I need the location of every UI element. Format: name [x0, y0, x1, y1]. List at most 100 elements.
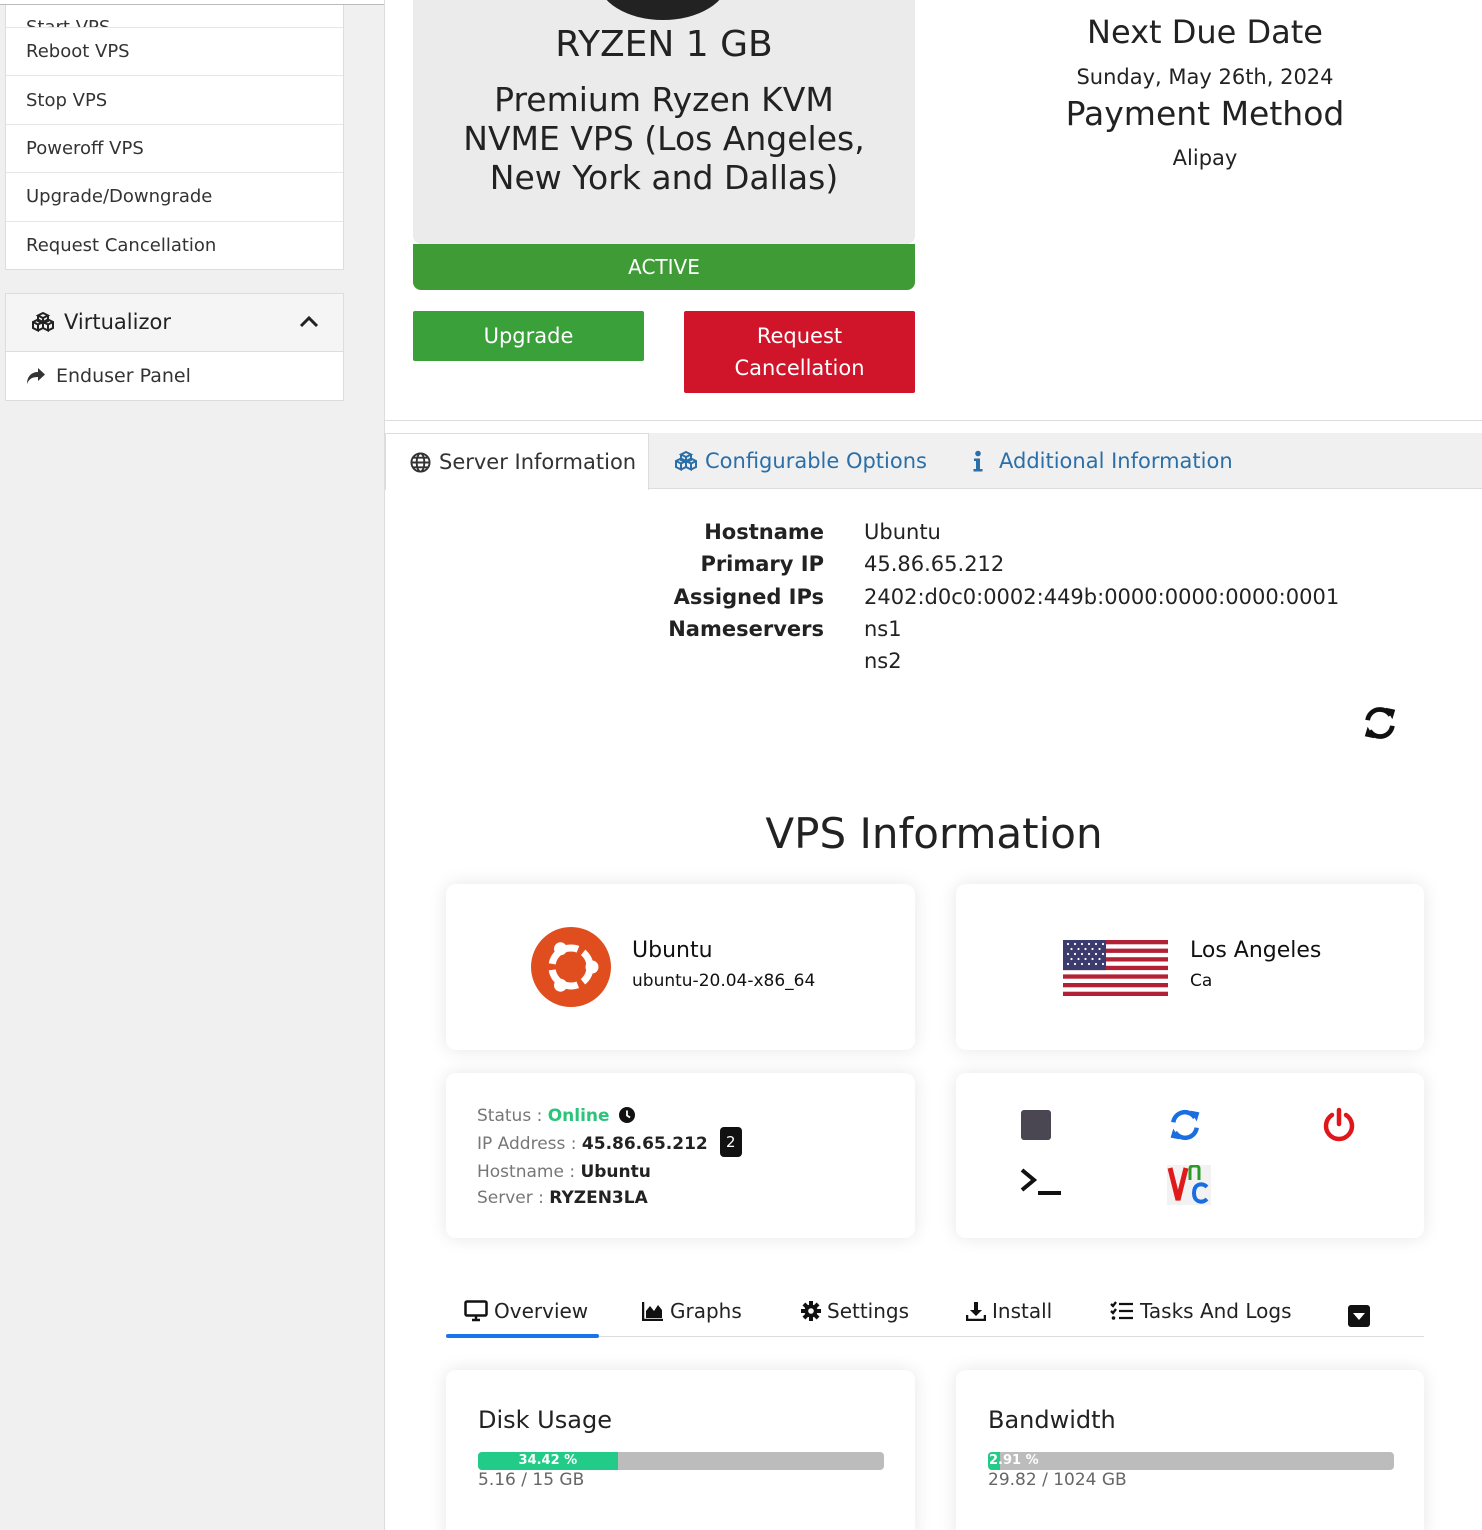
tab-label: Tasks And Logs: [1140, 1299, 1292, 1323]
os-card: Ubuntu ubuntu-20.04-x86_64: [446, 884, 915, 1050]
bandwidth-title: Bandwidth: [988, 1406, 1116, 1434]
stop-icon[interactable]: [1020, 1109, 1052, 1141]
checklist-icon: [1110, 1301, 1133, 1320]
sidebar-item-start-vps[interactable]: Start VPS: [6, 5, 343, 27]
virtualizor-title: Virtualizor: [64, 310, 171, 335]
virtualizor-header[interactable]: Virtualizor: [6, 293, 343, 352]
tab-install[interactable]: Install: [966, 1299, 1052, 1323]
info-label: Nameservers: [668, 616, 824, 641]
refresh-icon[interactable]: [1361, 704, 1399, 746]
request-cancellation-button[interactable]: Request Cancellation: [684, 311, 915, 393]
server-line: Server : RYZEN3LA: [477, 1185, 742, 1211]
location-region: Ca: [1190, 971, 1213, 991]
bandwidth-usage-text: 29.82 / 1024 GB: [988, 1470, 1127, 1490]
vps-panel-tabs: Overview Graphs Settings Install Tasks A…: [446, 1289, 1424, 1338]
ip-label: IP Address :: [477, 1134, 582, 1154]
active-tab-indicator: [446, 1334, 599, 1338]
os-version: ubuntu-20.04-x86_64: [632, 971, 816, 991]
service-details: Server Information Configurable Options …: [384, 421, 1482, 1530]
globe-icon: [410, 451, 431, 473]
info-label: Assigned IPs: [673, 584, 824, 609]
next-due-date-label: Next Due Date: [1087, 13, 1323, 51]
tab-settings[interactable]: Settings: [801, 1299, 909, 1323]
sidebar-item-label: Start VPS: [26, 17, 110, 27]
os-name: Ubuntu: [632, 938, 713, 963]
disk-usage-title: Disk Usage: [478, 1406, 612, 1434]
restart-icon[interactable]: [1167, 1107, 1203, 1143]
info-row-nameservers: Nameservers ns1: [385, 613, 1482, 645]
hostname-line: Hostname : Ubuntu: [477, 1159, 742, 1185]
details-tabs: Server Information Configurable Options …: [385, 433, 1482, 490]
sidebar-item-request-cancellation[interactable]: Request Cancellation: [6, 220, 343, 269]
tab-label: Additional Information: [999, 449, 1233, 473]
vnc-icon[interactable]: [1167, 1165, 1211, 1205]
hostname-value: Ubuntu: [580, 1162, 651, 1182]
tab-label: Settings: [827, 1299, 910, 1323]
info-value: 45.86.65.212: [864, 552, 1005, 577]
tab-tasks-and-logs[interactable]: Tasks And Logs: [1110, 1299, 1292, 1323]
info-row-assigned-ips: Assigned IPs 2402:d0c0:0002:449b:0000:000…: [385, 581, 1482, 613]
vps-actions-card: [956, 1073, 1424, 1238]
disk-usage-card: Disk Usage 34.42 % 5.16 / 15 GB: [446, 1370, 915, 1530]
area-chart-icon: [642, 1302, 663, 1321]
info-value: 2402:d0c0:0002:449b:0000:0000:0000:0001: [864, 584, 1340, 609]
tab-label: Graphs: [670, 1299, 742, 1323]
status-label: Status :: [477, 1106, 548, 1126]
status-details: Status : Online IP Address : 45.86.65.21…: [477, 1103, 742, 1211]
monitor-icon: [464, 1300, 488, 1322]
status-card: Status : Online IP Address : 45.86.65.21…: [446, 1073, 915, 1238]
info-label: Primary IP: [700, 552, 824, 577]
product-box: RYZEN 1 GB Premium Ryzen KVM NVME VPS (L…: [413, 0, 915, 244]
product-logo-icon: [598, 0, 728, 20]
dropdown-caret-icon[interactable]: [1348, 1305, 1370, 1327]
location-card: Los Angeles Ca: [956, 884, 1424, 1050]
sidebar: Start VPS Reboot VPS Stop VPS Poweroff V…: [5, 5, 344, 401]
tab-label: Configurable Options: [705, 449, 927, 473]
power-off-icon[interactable]: [1322, 1107, 1356, 1143]
location-city: Los Angeles: [1190, 938, 1322, 963]
enduser-panel-label: Enduser Panel: [56, 364, 191, 387]
info-row-hostname: Hostname Ubuntu: [385, 516, 1482, 548]
ip-count-badge[interactable]: 2: [719, 1127, 742, 1157]
sidebar-item-poweroff-vps[interactable]: Poweroff VPS: [6, 123, 343, 172]
bandwidth-progress-bar: 2.91 %: [988, 1452, 1394, 1470]
status-line: Status : Online: [477, 1103, 742, 1129]
info-icon: [973, 450, 983, 472]
ip-value: 45.86.65.212: [581, 1134, 708, 1154]
chevron-up-icon[interactable]: [299, 315, 319, 329]
sidebar-item-reboot-vps[interactable]: Reboot VPS: [6, 27, 343, 75]
virtualizor-panel: Virtualizor Enduser Panel: [5, 292, 344, 401]
ip-line: IP Address : 45.86.65.212 2: [477, 1127, 742, 1159]
upgrade-button[interactable]: Upgrade: [413, 311, 644, 361]
bandwidth-progress-fill: 2.91 %: [988, 1452, 1039, 1470]
tab-server-information[interactable]: Server Information: [385, 433, 649, 490]
cubes-icon: [675, 451, 697, 471]
status-badge: ACTIVE: [413, 244, 915, 290]
tab-overview[interactable]: Overview: [464, 1299, 588, 1323]
info-label: Hostname: [704, 520, 824, 544]
ubuntu-logo-icon: [531, 927, 611, 1007]
tab-additional-information[interactable]: Additional Information: [971, 433, 1233, 489]
info-value: ns2: [864, 649, 902, 674]
next-due-date-value: Sunday, May 26th, 2024: [1076, 65, 1334, 89]
info-value: ns1: [864, 616, 902, 641]
hostname-label: Hostname :: [477, 1162, 581, 1182]
clock-icon[interactable]: [618, 1107, 635, 1123]
info-label: [385, 645, 824, 677]
tab-configurable-options[interactable]: Configurable Options: [675, 433, 927, 489]
disk-progress-bar: 34.42 %: [478, 1452, 884, 1470]
cubes-icon: [32, 312, 54, 333]
payment-method-label: Payment Method: [1065, 94, 1345, 133]
download-icon: [966, 1302, 986, 1321]
server-info-table: Hostname Ubuntu Primary IP 45.86.65.212 As…: [385, 516, 1482, 677]
vps-information-title: VPS Information: [765, 809, 1103, 858]
tab-label: Install: [992, 1299, 1053, 1323]
gear-icon: [801, 1301, 821, 1321]
sidebar-item-upgrade-downgrade[interactable]: Upgrade/Downgrade: [6, 172, 343, 220]
status-value: Online: [547, 1106, 610, 1126]
tab-graphs[interactable]: Graphs: [642, 1299, 742, 1323]
terminal-icon[interactable]: [1019, 1167, 1063, 1197]
disk-progress-fill: 34.42 %: [478, 1452, 618, 1470]
sidebar-item-enduser-panel[interactable]: Enduser Panel: [6, 352, 343, 400]
sidebar-item-stop-vps[interactable]: Stop VPS: [6, 75, 343, 123]
